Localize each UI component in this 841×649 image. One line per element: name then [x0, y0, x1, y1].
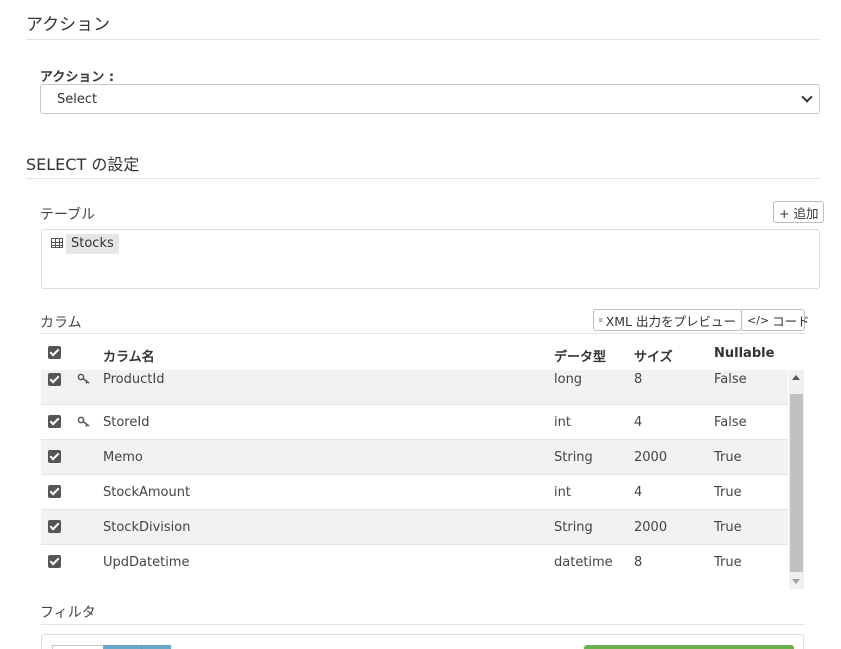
row-checkbox[interactable]	[48, 520, 61, 533]
row-checkbox[interactable]	[48, 485, 61, 498]
header-nullable: Nullable	[714, 346, 775, 361]
row-size: 4	[634, 415, 643, 430]
table-row[interactable]: StockDivision String 2000 True	[41, 510, 788, 545]
divider	[26, 39, 820, 40]
row-nullable: False	[714, 372, 747, 387]
row-data-type: String	[554, 450, 593, 465]
row-data-type: int	[554, 415, 571, 430]
code-button[interactable]: </> コード	[741, 309, 810, 331]
row-checkbox[interactable]	[48, 555, 61, 568]
row-checkbox[interactable]	[48, 415, 61, 428]
table-row[interactable]: StockAmount int 4 True	[41, 475, 788, 510]
action-section-title: アクション	[26, 15, 111, 35]
code-label: コード	[772, 313, 810, 329]
row-checkbox[interactable]	[48, 373, 61, 386]
columns-table-body: ProductId long 8 False StoreId int 4 Fal…	[41, 370, 788, 591]
header-column-name: カラム名	[103, 350, 155, 365]
row-column-name: UpdDatetime	[103, 555, 190, 570]
header-data-type: データ型	[554, 350, 607, 365]
row-column-name: StockDivision	[103, 520, 191, 535]
table-grid-icon	[51, 238, 63, 248]
columns-scrollbar[interactable]	[789, 370, 804, 589]
select-section-title: SELECT の設定	[26, 155, 140, 174]
divider	[26, 178, 820, 179]
scroll-up-icon[interactable]	[792, 375, 800, 380]
xml-preview-button[interactable]: XML 出力をプレビュー	[593, 309, 742, 331]
filter-toggle-button[interactable]	[52, 645, 104, 649]
row-size: 4	[634, 485, 643, 500]
row-checkbox[interactable]	[48, 450, 61, 463]
scroll-thumb[interactable]	[790, 394, 803, 572]
row-nullable: False	[714, 415, 747, 430]
row-column-name: StockAmount	[103, 485, 191, 500]
action-select[interactable]: Select	[40, 84, 820, 114]
row-size: 2000	[634, 450, 668, 465]
divider	[41, 333, 805, 334]
row-data-type: String	[554, 520, 593, 535]
row-column-name: StoreId	[103, 415, 150, 430]
row-column-name: Memo	[103, 450, 143, 465]
document-icon	[599, 317, 603, 323]
row-size: 8	[634, 372, 643, 387]
filter-label: フィルタ	[40, 605, 96, 621]
key-icon	[77, 416, 90, 427]
filter-toggle-button[interactable]	[141, 645, 171, 649]
code-icon: </>	[747, 313, 770, 327]
row-nullable: True	[714, 450, 742, 465]
header-size: サイズ	[634, 350, 673, 365]
add-table-button[interactable]: + 追加	[773, 201, 825, 223]
table-list: Stocks	[41, 229, 820, 289]
xml-preview-label: XML 出力をプレビュー	[605, 313, 736, 329]
table-row[interactable]: UpdDatetime datetime 8 True	[41, 545, 788, 580]
filter-panel	[41, 634, 804, 649]
table-chip-stocks[interactable]: Stocks	[66, 234, 119, 254]
table-row[interactable]: ProductId long 8 False	[41, 370, 788, 405]
row-nullable: True	[714, 485, 742, 500]
table-row[interactable]: Memo String 2000 True	[41, 440, 788, 475]
key-icon	[77, 373, 90, 384]
action-field-label: アクション :	[40, 70, 115, 85]
columns-label: カラム	[40, 315, 82, 331]
action-select-value: Select	[57, 91, 98, 107]
row-data-type: int	[554, 485, 571, 500]
tables-label: テーブル	[40, 207, 96, 223]
row-nullable: True	[714, 520, 742, 535]
table-row[interactable]: StoreId int 4 False	[41, 405, 788, 440]
row-nullable: True	[714, 555, 742, 570]
row-size: 2000	[634, 520, 668, 535]
filter-add-button[interactable]	[584, 645, 794, 649]
select-all-checkbox[interactable]	[48, 346, 61, 359]
divider	[41, 624, 805, 625]
row-column-name: ProductId	[103, 372, 165, 387]
row-size: 8	[634, 555, 643, 570]
scroll-down-icon[interactable]	[792, 579, 800, 584]
row-data-type: datetime	[554, 555, 613, 570]
row-data-type: long	[554, 372, 583, 387]
filter-toggle-button[interactable]	[103, 645, 141, 649]
chevron-down-icon	[801, 91, 813, 103]
